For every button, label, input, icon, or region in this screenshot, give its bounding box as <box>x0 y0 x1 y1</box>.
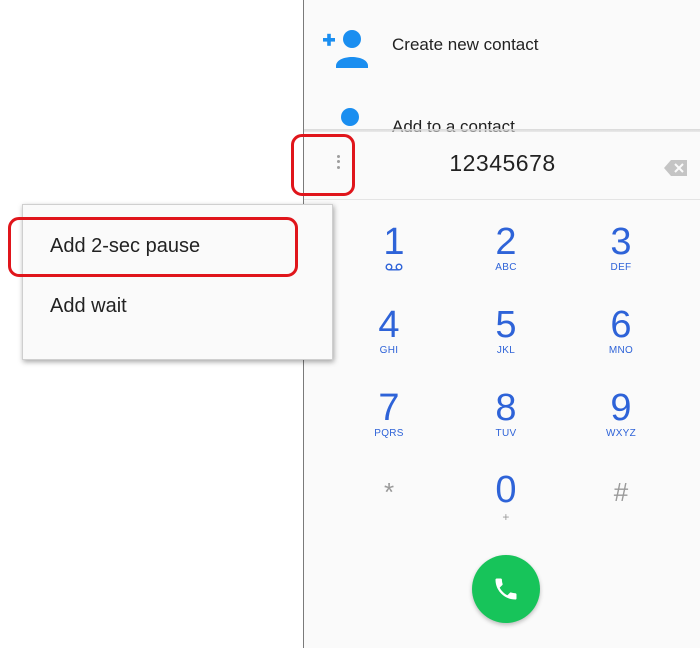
key-letters: DEF <box>610 262 632 273</box>
key-digit: 0 <box>495 469 517 511</box>
key-7[interactable]: 7 PQRS <box>349 388 429 464</box>
key-digit: 3 <box>610 221 632 263</box>
dialed-number[interactable]: 12345678 <box>304 150 700 177</box>
create-new-contact-label: Create new contact <box>392 35 539 54</box>
backspace-icon[interactable] <box>664 159 688 177</box>
key-letters: ABC <box>495 262 517 273</box>
key-symbol: * <box>383 477 395 507</box>
overflow-menu: Add 2-sec pause Add wait <box>8 204 333 360</box>
key-0[interactable]: 0 + <box>466 470 546 546</box>
key-6[interactable]: 6 MNO <box>581 305 661 381</box>
keypad-divider <box>304 199 700 200</box>
add-person-icon <box>323 30 368 68</box>
key-4[interactable]: 4 GHI <box>349 305 429 381</box>
key-letters: WXYZ <box>605 428 637 439</box>
key-digit: 1 <box>383 221 405 263</box>
key-letters: MNO <box>608 345 634 356</box>
key-1[interactable]: 1 <box>354 222 434 298</box>
key-digit: 8 <box>495 387 517 429</box>
key-digit: 7 <box>378 387 400 429</box>
key-letters: PQRS <box>374 428 404 439</box>
voicemail-icon <box>385 263 403 271</box>
key-letters: + <box>502 510 510 524</box>
key-9[interactable]: 9 WXYZ <box>581 388 661 464</box>
person-icon <box>341 108 359 126</box>
key-hash[interactable]: # <box>581 470 661 546</box>
key-symbol: # <box>613 477 629 507</box>
key-8[interactable]: 8 TUV <box>466 388 546 464</box>
dialer-screen: Create new contact Add to a contact 1234… <box>291 0 700 648</box>
key-5[interactable]: 5 JKL <box>466 305 546 381</box>
call-button[interactable] <box>472 555 540 623</box>
key-digit: 4 <box>378 304 400 346</box>
key-digit: 6 <box>610 304 632 346</box>
key-3[interactable]: 3 DEF <box>581 222 661 298</box>
key-letters: GHI <box>379 345 399 356</box>
key-digit: 9 <box>610 387 632 429</box>
menu-item-add-wait[interactable]: Add wait <box>23 295 332 355</box>
key-letters: JKL <box>496 345 516 356</box>
key-digit: 5 <box>495 304 517 346</box>
menu-item-label: Add wait <box>50 295 127 317</box>
menu-item-add-pause[interactable]: Add 2-sec pause <box>8 217 332 277</box>
key-star[interactable]: * <box>349 470 429 546</box>
create-new-contact-row[interactable]: Create new contact <box>304 6 700 84</box>
key-2[interactable]: 2 ABC <box>466 222 546 298</box>
phone-icon <box>495 578 517 600</box>
key-digit: 2 <box>495 221 517 263</box>
pause-highlight <box>8 217 298 277</box>
key-letters: TUV <box>495 428 517 439</box>
